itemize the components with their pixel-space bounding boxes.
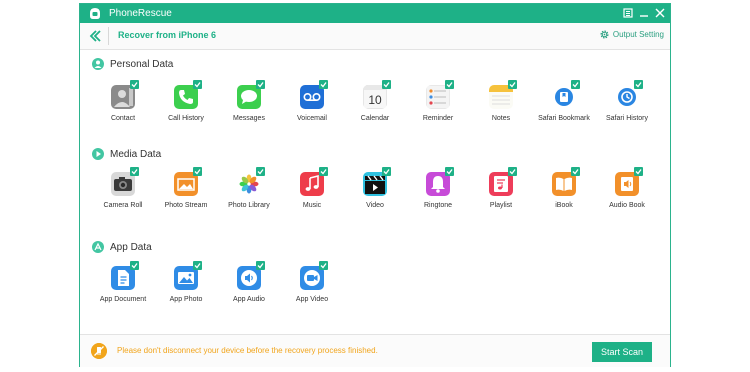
- app-logo-icon: [90, 8, 100, 19]
- item-messages[interactable]: Messages: [218, 80, 280, 131]
- gear-icon: [600, 30, 609, 39]
- item-contact[interactable]: Contact: [92, 80, 154, 131]
- checkbox-checked-icon[interactable]: [193, 167, 202, 176]
- item-ibook[interactable]: iBook: [533, 167, 595, 218]
- checkbox-checked-icon[interactable]: [319, 167, 328, 176]
- close-icon[interactable]: [653, 6, 667, 20]
- checkbox-checked-icon[interactable]: [130, 261, 139, 270]
- section-personal-data: Personal Data: [92, 58, 173, 71]
- checkbox-checked-icon[interactable]: [445, 167, 454, 176]
- checkbox-checked-icon[interactable]: [508, 80, 517, 89]
- item-app-video[interactable]: App Video: [281, 261, 343, 312]
- item-reminder[interactable]: Reminder: [407, 80, 469, 131]
- checkbox-checked-icon[interactable]: [319, 261, 328, 270]
- item-photo-stream[interactable]: Photo Stream: [155, 167, 217, 218]
- item-label: App Document: [99, 296, 147, 303]
- checkbox-checked-icon[interactable]: [634, 167, 643, 176]
- item-app-document[interactable]: App Document: [92, 261, 154, 312]
- checkbox-checked-icon[interactable]: [193, 261, 202, 270]
- play-icon: [92, 148, 104, 161]
- warning-message: Please don't disconnect your device befo…: [117, 346, 378, 355]
- no-disconnect-icon: [91, 343, 107, 359]
- item-label: Call History: [168, 115, 204, 122]
- item-calendar[interactable]: 10 Calendar: [344, 80, 406, 131]
- item-label: Playlist: [489, 202, 513, 209]
- checkbox-checked-icon[interactable]: [256, 80, 265, 89]
- footer-bar: Please don't disconnect your device befo…: [80, 334, 670, 367]
- item-label: Photo Stream: [164, 202, 208, 209]
- item-music[interactable]: Music: [281, 167, 343, 218]
- item-voicemail[interactable]: Voicemail: [281, 80, 343, 131]
- checkbox-checked-icon[interactable]: [571, 80, 580, 89]
- item-label: App Audio: [233, 296, 265, 303]
- output-setting-label: Output Setting: [612, 30, 664, 39]
- checkbox-checked-icon[interactable]: [382, 80, 391, 89]
- item-label: Music: [302, 202, 322, 209]
- item-notes[interactable]: Notes: [470, 80, 532, 131]
- app-window: PhoneRescue Recover from iPhone 6 Output…: [79, 3, 671, 367]
- section-media-data: Media Data: [92, 148, 161, 161]
- item-camera-roll[interactable]: Camera Roll: [92, 167, 154, 218]
- section-title: Personal Data: [110, 59, 174, 70]
- item-playlist[interactable]: Playlist: [470, 167, 532, 218]
- item-photo-library[interactable]: Photo Library: [218, 167, 280, 218]
- menu-icon[interactable]: [621, 6, 635, 20]
- page-title: Recover from iPhone 6: [118, 30, 217, 40]
- item-label: Contact: [110, 115, 136, 122]
- app-store-icon: [92, 241, 104, 254]
- item-label: Safari History: [605, 115, 648, 122]
- app-title: PhoneRescue: [109, 8, 172, 19]
- person-icon: [92, 58, 104, 71]
- item-label: App Photo: [169, 296, 203, 303]
- start-scan-button[interactable]: Start Scan: [592, 342, 652, 362]
- checkbox-checked-icon[interactable]: [193, 80, 202, 89]
- item-label: Safari Bookmark: [538, 115, 590, 122]
- checkbox-checked-icon[interactable]: [634, 80, 643, 89]
- item-ringtone[interactable]: Ringtone: [407, 167, 469, 218]
- minimize-icon[interactable]: [637, 6, 651, 20]
- item-safari-bookmark[interactable]: Safari Bookmark: [533, 80, 595, 131]
- checkbox-checked-icon[interactable]: [130, 167, 139, 176]
- section-title: App Data: [110, 242, 152, 253]
- item-safari-history[interactable]: Safari History: [596, 80, 658, 131]
- checkbox-checked-icon[interactable]: [571, 167, 580, 176]
- item-label: Voicemail: [297, 115, 327, 122]
- item-audio-book[interactable]: Audio Book: [596, 167, 658, 218]
- checkbox-checked-icon[interactable]: [445, 80, 454, 89]
- item-label: Photo Library: [228, 202, 270, 209]
- item-call-history[interactable]: Call History: [155, 80, 217, 131]
- output-setting-button[interactable]: Output Setting: [599, 29, 664, 41]
- item-label: Audio Book: [609, 202, 645, 209]
- item-video[interactable]: Video: [344, 167, 406, 218]
- checkbox-checked-icon[interactable]: [319, 80, 328, 89]
- item-label: iBook: [555, 202, 573, 209]
- section-title: Media Data: [110, 149, 162, 160]
- section-app-data: App Data: [92, 241, 152, 254]
- checkbox-checked-icon[interactable]: [382, 167, 391, 176]
- item-label: Camera Roll: [103, 202, 143, 209]
- item-label: Notes: [491, 115, 511, 122]
- back-button[interactable]: [88, 29, 102, 43]
- checkbox-checked-icon[interactable]: [508, 167, 517, 176]
- item-label: Calendar: [360, 115, 390, 122]
- checkbox-checked-icon[interactable]: [256, 167, 265, 176]
- item-label: Video: [366, 202, 384, 209]
- item-label: App Video: [295, 296, 329, 303]
- checkbox-checked-icon[interactable]: [130, 80, 139, 89]
- calendar-day: 10: [368, 93, 382, 107]
- divider: [108, 27, 109, 45]
- item-label: Ringtone: [423, 202, 453, 209]
- item-app-audio[interactable]: App Audio: [218, 261, 280, 312]
- item-label: Messages: [233, 115, 265, 122]
- item-app-photo[interactable]: App Photo: [155, 261, 217, 312]
- sub-header: Recover from iPhone 6 Output Setting: [80, 23, 670, 50]
- title-bar: PhoneRescue: [80, 4, 670, 23]
- item-label: Reminder: [422, 115, 454, 122]
- checkbox-checked-icon[interactable]: [256, 261, 265, 270]
